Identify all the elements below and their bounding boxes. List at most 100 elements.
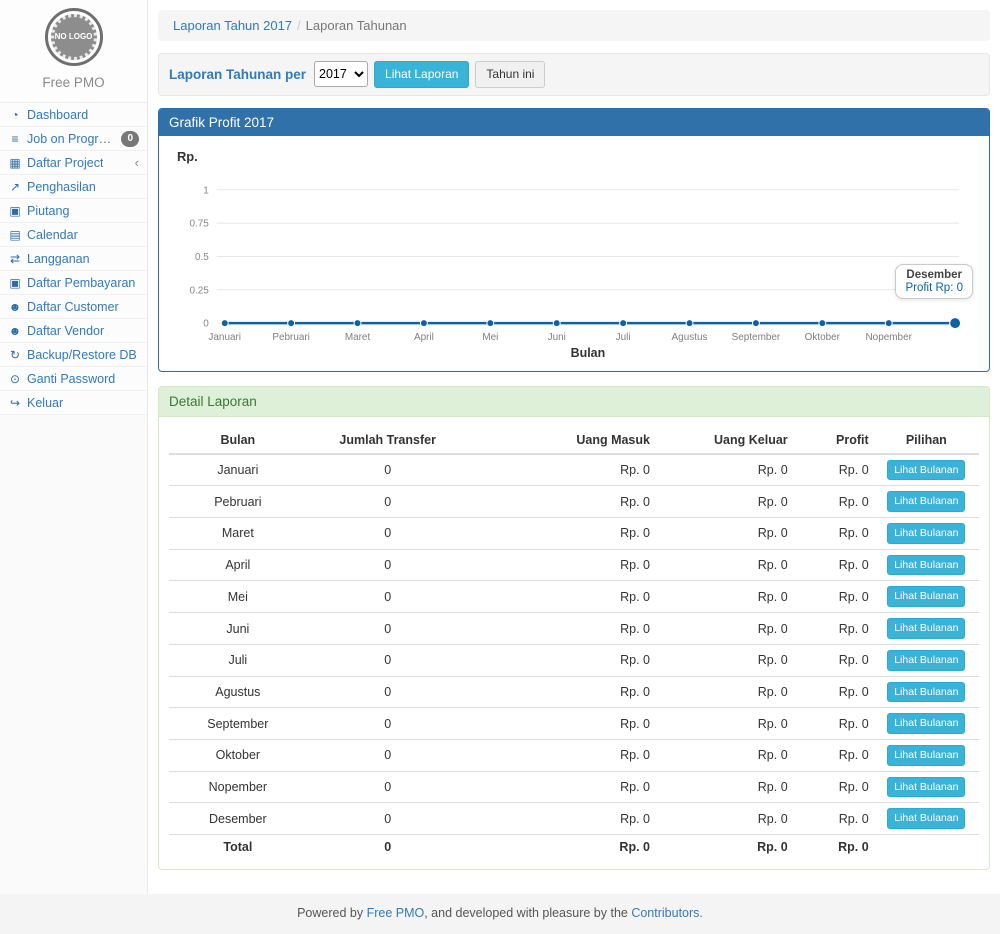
- sidebar-menu: ◔ Dashboard ≡ Job on Progress 0 ▦ Daftar…: [0, 103, 147, 415]
- table-row: Nopember 0 Rp. 0 Rp. 0 Rp. 0 Lihat Bulan…: [169, 771, 979, 803]
- footer-text-middle: , and developed with pleasure by the: [424, 906, 631, 920]
- users-icon: ☻: [8, 324, 22, 338]
- footer-link-free-pmo[interactable]: Free PMO: [367, 906, 425, 920]
- sidebar-item-calendar[interactable]: ▤ Calendar: [0, 223, 147, 247]
- lihat-bulanan-button[interactable]: Lihat Bulanan: [887, 555, 965, 576]
- lihat-bulanan-button[interactable]: Lihat Bulanan: [887, 650, 965, 671]
- cell-uang-masuk: Rp. 0: [469, 708, 655, 740]
- cell-jumlah-transfer: 0: [307, 518, 469, 550]
- chart-point-agustus[interactable]: [686, 319, 693, 326]
- tahun-ini-button[interactable]: Tahun ini: [475, 61, 545, 88]
- sidebar-item-label: Keluar: [27, 396, 63, 410]
- cell-bulan: Juni: [169, 613, 307, 645]
- col-uang-keluar: Uang Keluar: [655, 427, 793, 454]
- sidebar-item-piutang[interactable]: ▣ Piutang: [0, 199, 147, 223]
- chart-point-oktober[interactable]: [819, 319, 826, 326]
- sidebar-item-job-on-progress[interactable]: ≡ Job on Progress 0: [0, 127, 147, 151]
- chart-point-desember[interactable]: [950, 317, 961, 328]
- svg-text:April: April: [414, 332, 434, 343]
- lihat-bulanan-button[interactable]: Lihat Bulanan: [887, 460, 965, 481]
- cell-jumlah-transfer: 0: [307, 486, 469, 518]
- sidebar-item-daftar-project[interactable]: ▦ Daftar Project ‹: [0, 151, 147, 175]
- cell-profit: Rp. 0: [793, 549, 874, 581]
- chart-point-september[interactable]: [752, 319, 759, 326]
- svg-text:0.25: 0.25: [189, 285, 209, 296]
- svg-text:0: 0: [203, 318, 209, 329]
- breadcrumb-link-laporan-tahun[interactable]: Laporan Tahun 2017: [173, 18, 292, 33]
- sidebar-item-label: Backup/Restore DB: [27, 348, 137, 362]
- sidebar-item-daftar-pembayaran[interactable]: ▣ Daftar Pembayaran: [0, 271, 147, 295]
- chart-point-juni[interactable]: [553, 319, 560, 326]
- sidebar-item-backup-restore-db[interactable]: ↻ Backup/Restore DB: [0, 343, 147, 367]
- table-row: Agustus 0 Rp. 0 Rp. 0 Rp. 0 Lihat Bulana…: [169, 676, 979, 708]
- svg-text:September: September: [732, 332, 781, 343]
- chart-point-nopember[interactable]: [885, 319, 892, 326]
- cell-profit: Rp. 0: [793, 739, 874, 771]
- lihat-bulanan-button[interactable]: Lihat Bulanan: [887, 586, 965, 607]
- footer-text-prefix: Powered by: [297, 906, 366, 920]
- sidebar-item-label: Piutang: [27, 204, 69, 218]
- year-filter-bar: Laporan Tahunan per 2017 Lihat Laporan T…: [158, 53, 990, 96]
- chart-point-maret[interactable]: [354, 319, 361, 326]
- lihat-bulanan-button[interactable]: Lihat Bulanan: [887, 777, 965, 798]
- no-logo-text: NO LOGO: [51, 14, 97, 60]
- lihat-bulanan-button[interactable]: Lihat Bulanan: [887, 745, 965, 766]
- lock-icon: ⊙: [8, 372, 22, 386]
- cell-jumlah-transfer: 0: [307, 739, 469, 771]
- svg-text:Januari: Januari: [208, 332, 241, 343]
- chart-point-juli[interactable]: [620, 319, 627, 326]
- lihat-bulanan-button[interactable]: Lihat Bulanan: [887, 618, 965, 639]
- sidebar-item-langganan[interactable]: ⇄ Langganan: [0, 247, 147, 271]
- footer-link-contributors[interactable]: Contributors.: [631, 906, 703, 920]
- sidebar-item-label: Langganan: [27, 252, 90, 266]
- sidebar-item-penghasilan[interactable]: ↗ Penghasilan: [0, 175, 147, 199]
- sidebar-item-daftar-vendor[interactable]: ☻ Daftar Vendor: [0, 319, 147, 343]
- chart-point-pebruari[interactable]: [288, 319, 295, 326]
- filter-label: Laporan Tahunan per: [169, 67, 306, 82]
- sidebar-item-label: Daftar Vendor: [27, 324, 104, 338]
- chart-point-mei[interactable]: [487, 319, 494, 326]
- detail-laporan-panel: Detail Laporan Bulan Jumlah Transfer Uan…: [158, 386, 990, 870]
- retweet-icon: ⇄: [8, 252, 22, 266]
- cell-profit: Rp. 0: [793, 518, 874, 550]
- report-table: Bulan Jumlah Transfer Uang Masuk Uang Ke…: [169, 427, 979, 859]
- lihat-laporan-button[interactable]: Lihat Laporan: [374, 61, 469, 88]
- cell-uang-keluar: Rp. 0: [655, 454, 793, 486]
- sidebar-item-daftar-customer[interactable]: ☻ Daftar Customer: [0, 295, 147, 319]
- chart-point-januari[interactable]: [221, 319, 228, 326]
- cell-profit: Rp. 0: [793, 771, 874, 803]
- table-row: Maret 0 Rp. 0 Rp. 0 Rp. 0 Lihat Bulanan: [169, 518, 979, 550]
- cell-profit: Rp. 0: [793, 454, 874, 486]
- detail-panel-body: Bulan Jumlah Transfer Uang Masuk Uang Ke…: [159, 417, 989, 869]
- cell-bulan: September: [169, 708, 307, 740]
- cell-jumlah-transfer: 0: [307, 549, 469, 581]
- no-logo-badge-icon: NO LOGO: [45, 8, 103, 66]
- table-row: Januari 0 Rp. 0 Rp. 0 Rp. 0 Lihat Bulana…: [169, 454, 979, 486]
- table-row: Oktober 0 Rp. 0 Rp. 0 Rp. 0 Lihat Bulana…: [169, 739, 979, 771]
- cell-bulan: Januari: [169, 454, 307, 486]
- cell-bulan: Maret: [169, 518, 307, 550]
- cell-bulan: Nopember: [169, 771, 307, 803]
- page: NO LOGO Free PMO ◔ Dashboard ≡ Job on Pr…: [0, 0, 1000, 894]
- lihat-bulanan-button[interactable]: Lihat Bulanan: [887, 491, 965, 512]
- year-select[interactable]: 2017: [314, 61, 368, 87]
- cell-uang-keluar: Rp. 0: [655, 581, 793, 613]
- sidebar-item-dashboard[interactable]: ◔ Dashboard: [0, 103, 147, 127]
- sidebar-item-ganti-password[interactable]: ⊙ Ganti Password: [0, 367, 147, 391]
- lihat-bulanan-button[interactable]: Lihat Bulanan: [887, 713, 965, 734]
- cell-uang-masuk: Rp. 0: [469, 549, 655, 581]
- chart-tooltip: Desember Profit Rp: 0: [895, 264, 973, 299]
- cell-jumlah-transfer: 0: [307, 676, 469, 708]
- col-pilihan: Pilihan: [874, 427, 979, 454]
- lihat-bulanan-button[interactable]: Lihat Bulanan: [887, 523, 965, 544]
- cell-jumlah-transfer: 0: [307, 613, 469, 645]
- lihat-bulanan-button[interactable]: Lihat Bulanan: [887, 682, 965, 703]
- cell-uang-keluar: Rp. 0: [655, 549, 793, 581]
- chart-point-april[interactable]: [420, 319, 427, 326]
- sidebar-nav: ◔ Dashboard ≡ Job on Progress 0 ▦ Daftar…: [0, 103, 147, 415]
- cell-profit: Rp. 0: [793, 644, 874, 676]
- table-total-row: Total 0 Rp. 0 Rp. 0 Rp. 0: [169, 834, 979, 859]
- total-jumlah-transfer: 0: [307, 834, 469, 859]
- svg-text:1: 1: [203, 185, 209, 196]
- sidebar-item-keluar[interactable]: ↪ Keluar: [0, 391, 147, 415]
